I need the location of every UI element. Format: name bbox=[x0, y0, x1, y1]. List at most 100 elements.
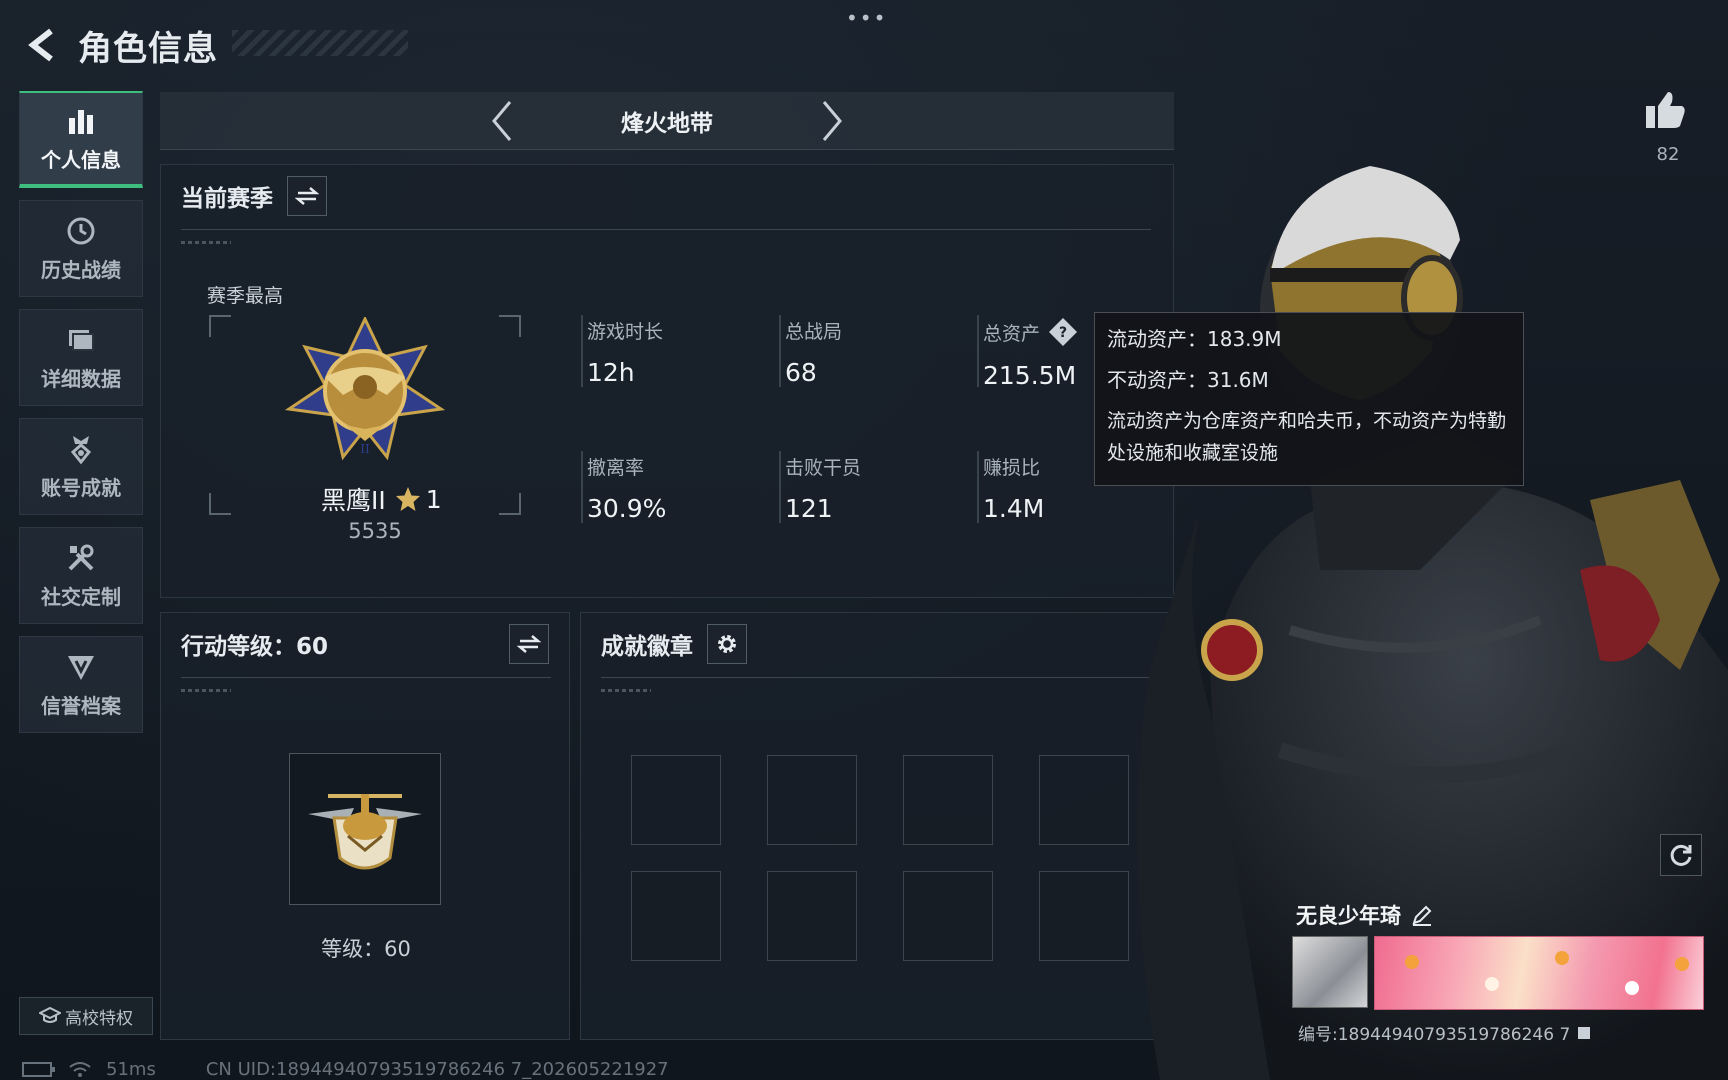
sidebar-item-label: 账号成就 bbox=[41, 476, 121, 500]
sidebar-item-detailed-data[interactable]: 详细数据 bbox=[19, 309, 143, 406]
badge-slot[interactable] bbox=[631, 871, 721, 961]
badges-title: 成就徽章 bbox=[601, 634, 693, 660]
like-count: 82 bbox=[1656, 144, 1680, 165]
tooltip-description: 流动资产为仓库资产和哈夫币，不动资产为特勤处设施和收藏室设施 bbox=[1107, 410, 1507, 464]
helicopter-emblem-icon bbox=[308, 794, 422, 870]
ping-value: 51ms bbox=[106, 1058, 156, 1080]
sidebar-item-label: 历史战绩 bbox=[41, 258, 121, 282]
stat-value: 30.9% bbox=[587, 494, 667, 523]
stat-label: 撤离率 bbox=[587, 457, 645, 479]
sidebar-item-personal-info[interactable]: 个人信息 bbox=[19, 91, 143, 188]
level-text: 等级：60 bbox=[321, 937, 411, 961]
stat-extraction-rate: 撤离率 30.9% bbox=[587, 453, 777, 523]
sidebar-item-credit[interactable]: 信誉档案 bbox=[19, 636, 143, 733]
stat-value: 121 bbox=[785, 494, 833, 523]
tooltip-fixed-assets: 不动资产：31.6M bbox=[1107, 368, 1269, 392]
like-button[interactable] bbox=[1644, 88, 1692, 136]
copy-icon bbox=[1578, 1026, 1591, 1039]
mode-next-button[interactable] bbox=[812, 96, 852, 146]
uid-text: CN UID:18944940793519786246 7_2026052219… bbox=[205, 1058, 669, 1080]
stat-label: 总战局 bbox=[785, 321, 843, 343]
badge-slot[interactable] bbox=[767, 871, 857, 961]
player-id-text: 编号:18944940793519786246 7 bbox=[1298, 1025, 1571, 1045]
rank-score: 5535 bbox=[348, 519, 402, 543]
badge-slot[interactable] bbox=[1039, 871, 1129, 961]
divider-mark bbox=[181, 689, 231, 692]
svg-text:?: ? bbox=[1059, 325, 1067, 341]
more-dots-icon[interactable]: ••• bbox=[846, 6, 887, 30]
tooltip-liquid-assets: 流动资产：183.9M bbox=[1107, 327, 1282, 351]
tools-icon bbox=[64, 541, 98, 575]
pencil-icon bbox=[1412, 905, 1432, 926]
season-panel-header: 当前赛季 bbox=[161, 165, 1173, 227]
sidebar-item-achievements[interactable]: 账号成就 bbox=[19, 418, 143, 515]
badge-slot[interactable] bbox=[903, 755, 993, 845]
campus-privilege-label: 高校特权 bbox=[65, 1008, 133, 1029]
sidebar-item-social[interactable]: 社交定制 bbox=[19, 527, 143, 624]
sidebar-item-label: 个人信息 bbox=[41, 148, 121, 172]
edit-name-button[interactable] bbox=[1411, 904, 1433, 926]
stat-value: 12h bbox=[587, 358, 635, 387]
stat-label: 总资产 bbox=[983, 322, 1041, 345]
graduation-icon bbox=[39, 1007, 61, 1025]
folder-icon bbox=[64, 323, 98, 357]
divider bbox=[601, 677, 1155, 678]
campus-privilege-button[interactable]: 高校特权 bbox=[19, 997, 153, 1035]
stat-label: 游戏时长 bbox=[587, 321, 664, 343]
divider bbox=[181, 677, 551, 678]
level-emblem bbox=[289, 753, 441, 905]
copy-id-button[interactable] bbox=[1576, 1025, 1592, 1041]
sidebar-item-label: 详细数据 bbox=[41, 367, 121, 391]
header: 角色信息 bbox=[20, 20, 218, 70]
sidebar: 个人信息 历史战绩 详细数据 账号成就 社交定制 信誉档案 bbox=[19, 91, 143, 745]
achievement-medal-icon bbox=[64, 432, 98, 466]
sidebar-item-history[interactable]: 历史战绩 bbox=[19, 200, 143, 297]
player-id: 编号:18944940793519786246 7 bbox=[1298, 1020, 1592, 1045]
name-card-banner[interactable] bbox=[1374, 936, 1704, 1010]
stat-total-matches: 总战局 68 bbox=[785, 317, 975, 387]
achievement-badges-panel: 成就徽章 bbox=[580, 612, 1174, 1040]
chevron-left-icon bbox=[492, 100, 512, 141]
page-title: 角色信息 bbox=[78, 28, 218, 69]
divider bbox=[181, 229, 1151, 230]
switch-season-button[interactable] bbox=[287, 176, 327, 216]
gear-icon bbox=[718, 635, 736, 653]
badge-slot[interactable] bbox=[767, 755, 857, 845]
rank-name: 黑鹰II 1 bbox=[321, 481, 442, 517]
rank-name-text: 黑鹰II bbox=[321, 486, 386, 515]
badge-slot[interactable] bbox=[1039, 755, 1129, 845]
player-name-text: 无良少年琦 bbox=[1296, 904, 1401, 928]
switch-level-button[interactable] bbox=[509, 624, 549, 664]
divider-mark bbox=[601, 689, 651, 692]
status-footer: 51ms CN UID:18944940793519786246 7_20260… bbox=[22, 1058, 669, 1080]
help-diamond-icon: ? bbox=[1049, 318, 1078, 346]
divider-mark bbox=[181, 241, 231, 244]
wifi-icon bbox=[69, 1062, 91, 1077]
avatar-frame-thumbnail[interactable] bbox=[1292, 936, 1368, 1008]
season-title: 当前赛季 bbox=[181, 186, 273, 212]
bar-chart-icon bbox=[64, 104, 98, 138]
mode-prev-button[interactable] bbox=[482, 96, 522, 146]
switch-arrows-icon bbox=[295, 187, 319, 205]
badge-slot[interactable] bbox=[903, 871, 993, 961]
player-name: 无良少年琦 bbox=[1296, 900, 1433, 930]
stat-label: 击败干员 bbox=[785, 457, 862, 479]
mode-selector: 烽火地带 bbox=[160, 92, 1174, 150]
battery-icon bbox=[22, 1062, 55, 1077]
action-level-title: 行动等级：60 bbox=[181, 634, 329, 660]
badge-slot[interactable] bbox=[631, 755, 721, 845]
rank-star-count: 1 bbox=[425, 484, 442, 514]
rotate-model-button[interactable] bbox=[1660, 834, 1702, 876]
assets-help-button[interactable]: ? bbox=[1048, 317, 1078, 347]
back-button[interactable] bbox=[20, 22, 66, 68]
back-arrow-icon bbox=[28, 28, 53, 62]
thumbs-up-icon bbox=[1646, 92, 1685, 128]
badge-settings-button[interactable] bbox=[707, 624, 747, 664]
shield-emblem-icon bbox=[64, 650, 98, 684]
sidebar-item-label: 社交定制 bbox=[41, 585, 121, 609]
stat-value: 68 bbox=[785, 358, 817, 387]
refresh-icon bbox=[1670, 844, 1692, 866]
title-decoration bbox=[232, 30, 408, 56]
season-best-label: 赛季最高 bbox=[207, 285, 284, 307]
mode-name: 烽火地带 bbox=[621, 110, 713, 137]
